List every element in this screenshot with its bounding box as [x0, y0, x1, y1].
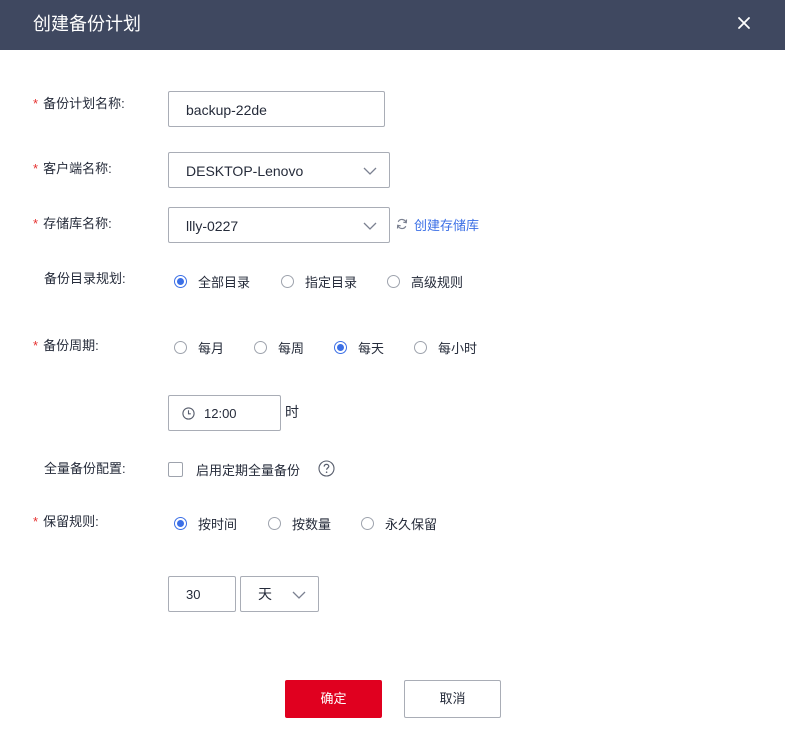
required-mark: * [33, 216, 39, 231]
cycle-label: * 备份周期: [33, 338, 99, 353]
time-unit-label: 时 [285, 404, 299, 420]
retention-unit-select[interactable]: 天 [240, 576, 319, 612]
radio-dot [254, 340, 267, 354]
required-mark: * [33, 161, 39, 176]
dialog-title: 创建备份计划 [33, 14, 141, 34]
radio-dot [174, 516, 187, 530]
required-mark: * [33, 338, 39, 353]
radio-by-count[interactable]: 按数量 [268, 513, 331, 533]
radio-daily[interactable]: 每天 [334, 337, 384, 357]
radio-hourly[interactable]: 每小时 [414, 337, 477, 357]
plan-name-label: * 备份计划名称: [33, 96, 125, 111]
chevron-down-icon [292, 591, 306, 599]
radio-dot [268, 516, 281, 530]
radio-monthly[interactable]: 每月 [174, 337, 224, 357]
radio-dot [361, 516, 374, 530]
chevron-down-icon [363, 222, 377, 230]
client-name-value: DESKTOP-Lenovo [186, 163, 304, 179]
full-backup-checkbox[interactable]: 启用定期全量备份 [168, 460, 300, 478]
repo-name-value: llly-0227 [186, 218, 239, 234]
time-value: 12:00 [204, 406, 237, 421]
radio-specific-dirs[interactable]: 指定目录 [281, 271, 357, 291]
radio-dot [387, 274, 400, 288]
radio-by-time[interactable]: 按时间 [174, 513, 237, 533]
plan-name-input[interactable]: backup-22de [168, 91, 385, 127]
radio-weekly[interactable]: 每周 [254, 337, 304, 357]
plan-name-value: backup-22de [186, 102, 267, 118]
full-backup-checkbox-label: 启用定期全量备份 [196, 462, 301, 478]
time-picker[interactable]: 12:00 [168, 395, 281, 431]
chevron-down-icon [363, 167, 377, 175]
create-repo-link[interactable]: 创建存储库 [396, 215, 479, 233]
help-icon[interactable] [318, 460, 335, 477]
required-mark: * [33, 96, 39, 111]
dialog-header: 创建备份计划 [0, 0, 785, 50]
retention-amount-input[interactable]: 30 [168, 576, 236, 612]
retention-unit-value: 天 [258, 586, 272, 602]
clock-icon [182, 407, 195, 420]
radio-dot [414, 340, 427, 354]
radio-dot [281, 274, 294, 288]
create-repo-label: 创建存储库 [414, 217, 480, 233]
confirm-button[interactable]: 确定 [285, 680, 382, 718]
radio-dot [334, 340, 347, 354]
radio-all-dirs[interactable]: 全部目录 [174, 271, 250, 291]
refresh-icon [396, 218, 408, 230]
cancel-button[interactable]: 取消 [404, 680, 501, 718]
checkbox-box [168, 461, 183, 477]
radio-dot [174, 340, 187, 354]
retention-amount-value: 30 [186, 587, 201, 602]
required-mark: * [33, 514, 39, 529]
retention-label: * 保留规则: [33, 514, 99, 529]
client-name-label: * 客户端名称: [33, 161, 112, 176]
dir-rule-label: 备份目录规划: [44, 271, 126, 286]
repo-name-select[interactable]: llly-0227 [168, 207, 390, 243]
full-backup-label: 全量备份配置: [44, 461, 126, 476]
radio-keep-forever[interactable]: 永久保留 [361, 513, 437, 533]
close-icon[interactable] [734, 13, 754, 33]
repo-name-label: * 存储库名称: [33, 216, 112, 231]
radio-dot [174, 274, 187, 288]
client-name-select[interactable]: DESKTOP-Lenovo [168, 152, 390, 188]
radio-advanced-rules[interactable]: 高级规则 [387, 271, 463, 291]
